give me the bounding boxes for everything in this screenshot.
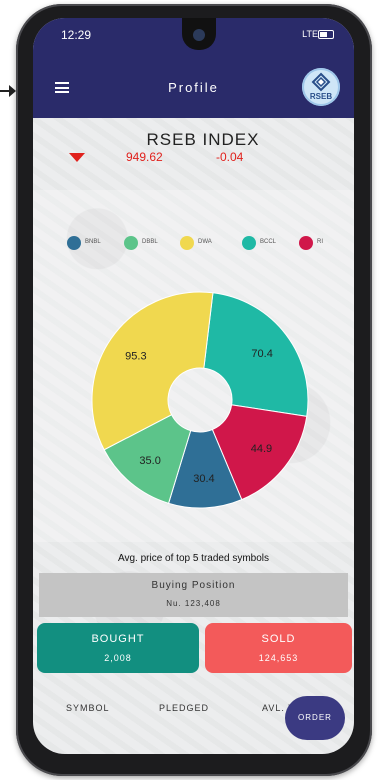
order-button[interactable]: ORDER bbox=[285, 696, 345, 740]
bought-value: 2,008 bbox=[104, 653, 132, 663]
network-indicator: LTE bbox=[302, 29, 318, 39]
column-pledged[interactable]: PLEDGED bbox=[159, 703, 209, 713]
legend-label: DWA bbox=[198, 239, 212, 245]
pointer-arrow-icon bbox=[0, 85, 16, 97]
slice-value-label: 44.9 bbox=[251, 443, 272, 455]
battery-icon bbox=[318, 30, 334, 39]
column-symbol[interactable]: SYMBOL bbox=[66, 703, 110, 713]
header-bar: 12:29 LTE Profile RSEB bbox=[33, 18, 354, 118]
legend-swatch bbox=[124, 236, 138, 250]
legend-swatch bbox=[242, 236, 256, 250]
sold-card[interactable]: SOLD 124,653 bbox=[205, 623, 352, 673]
legend-label: RI bbox=[317, 239, 323, 245]
buying-position-title: Buying Position bbox=[151, 580, 236, 591]
legend-label: BNBL bbox=[85, 239, 101, 245]
slice-value-label: 70.4 bbox=[251, 348, 272, 360]
logo-text: RSEB bbox=[309, 92, 333, 101]
slice-value-label: 30.4 bbox=[193, 473, 214, 485]
legend-swatch bbox=[180, 236, 194, 250]
legend-swatch bbox=[299, 236, 313, 250]
app-screen: 12:29 LTE Profile RSEB RSEB INDEX 949.62… bbox=[33, 18, 354, 754]
sold-value: 124,653 bbox=[258, 653, 299, 663]
index-value: 949.62 bbox=[126, 150, 163, 164]
bought-label: BOUGHT bbox=[91, 633, 145, 645]
chart-caption: Avg. price of top 5 traded symbols bbox=[117, 553, 269, 564]
legend-swatch bbox=[67, 236, 81, 250]
camera-notch bbox=[182, 18, 216, 50]
sold-label: SOLD bbox=[261, 633, 296, 645]
index-name: RSEB INDEX bbox=[146, 130, 260, 149]
legend-label: BCCL bbox=[260, 239, 277, 245]
donut-chart: 70.4 44.9 30.4 35.0 95.3 bbox=[91, 291, 309, 509]
chart-legend: BNBL DBBL DWA BCCL RI bbox=[33, 234, 354, 252]
index-summary: RSEB INDEX 949.62 -0.04 bbox=[33, 118, 354, 190]
bought-card[interactable]: BOUGHT 2,008 bbox=[37, 623, 199, 673]
logo-mark-icon bbox=[311, 72, 331, 92]
down-arrow-icon bbox=[69, 153, 85, 162]
slice-value-label: 95.3 bbox=[125, 351, 146, 363]
legend-label: DBBL bbox=[142, 239, 158, 245]
buying-position: Buying Position Nu. 123,408 bbox=[39, 573, 348, 617]
brand-logo: RSEB bbox=[302, 68, 340, 106]
slice-value-label: 35.0 bbox=[139, 455, 160, 467]
index-change: -0.04 bbox=[216, 150, 244, 164]
buying-position-value: Nu. 123,408 bbox=[166, 599, 221, 608]
status-time: 12:29 bbox=[61, 28, 92, 42]
